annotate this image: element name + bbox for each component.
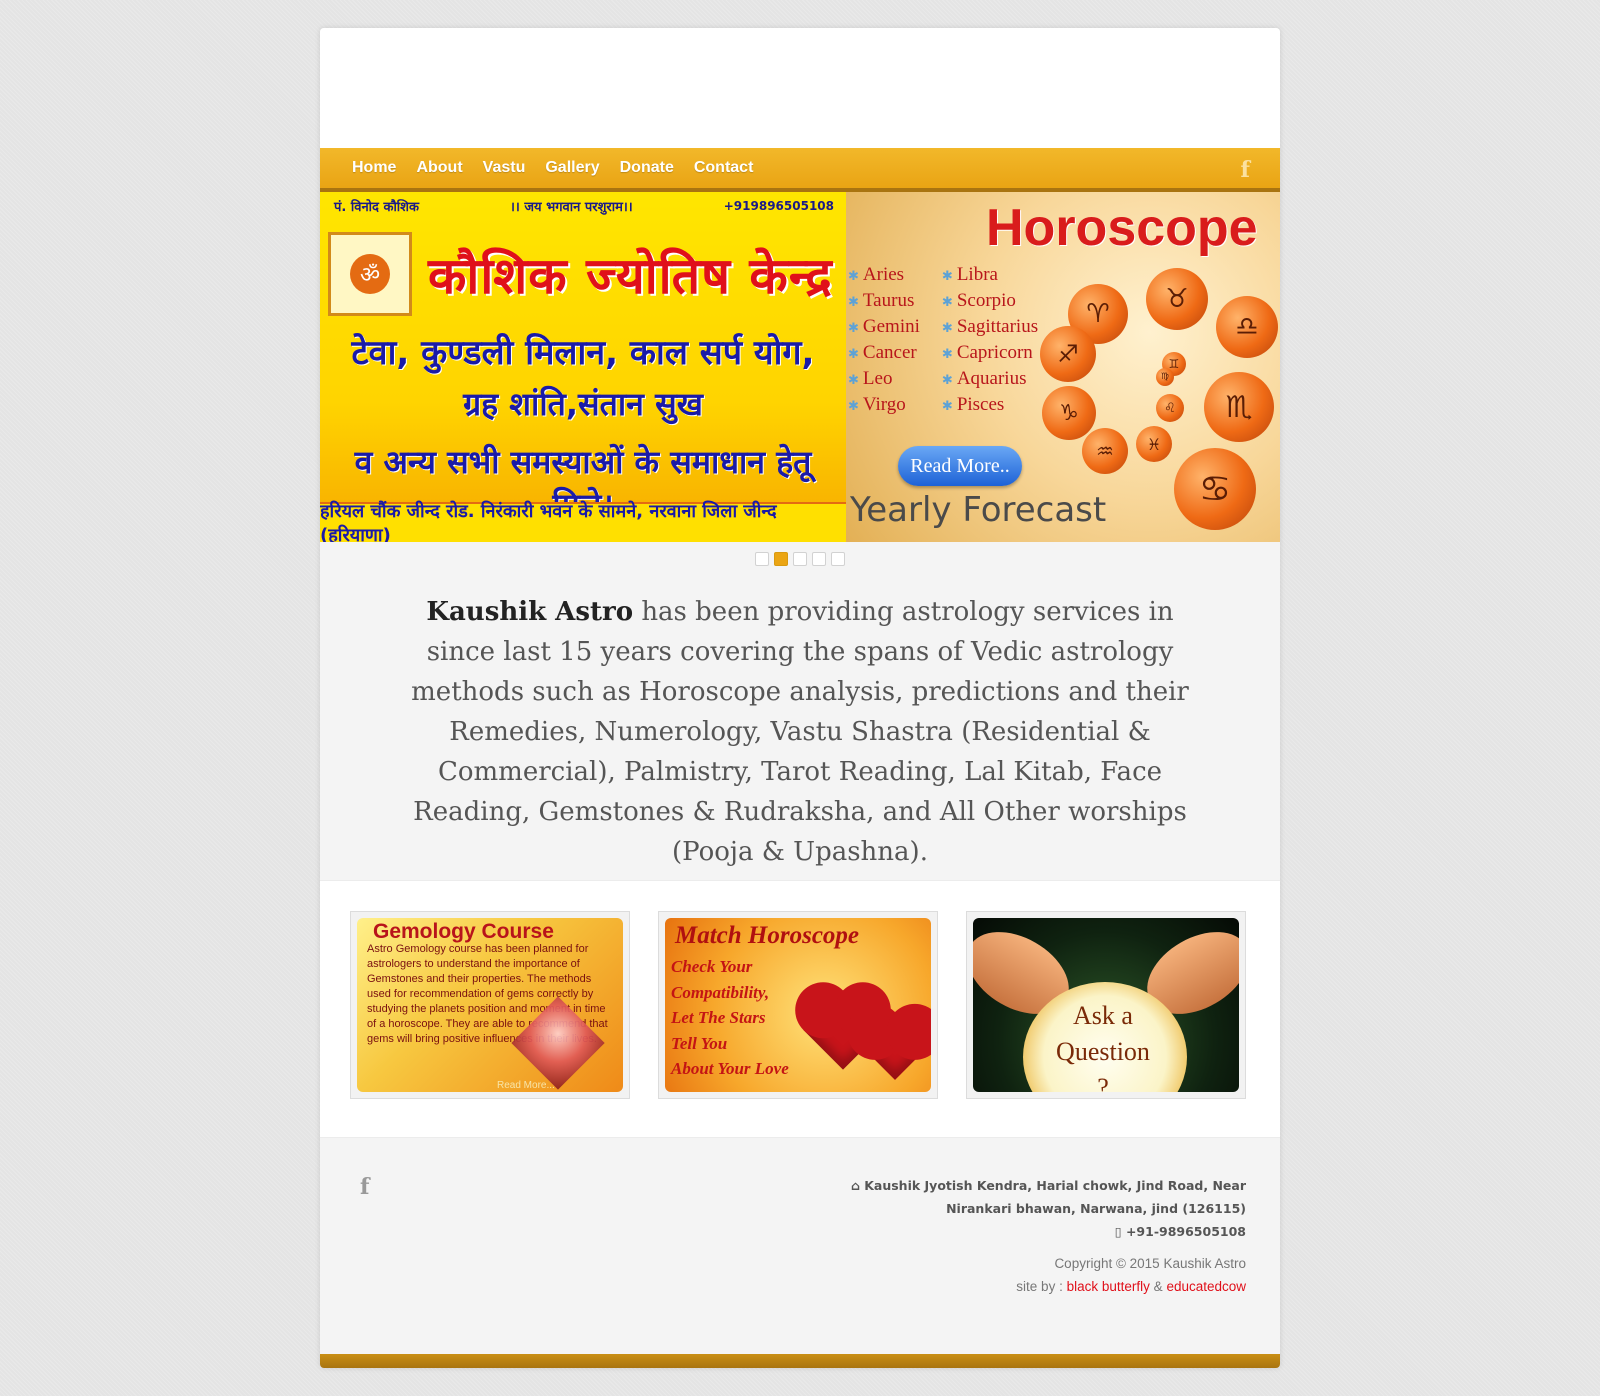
horoscope-banner[interactable]: Horoscope Aries Taurus Gemini Cancer Leo… (846, 192, 1280, 542)
zodiac-column-2: Libra Scorpio Sagittarius Capricorn Aqua… (942, 262, 1038, 418)
footer-phone: +91-9896505108 (1125, 1224, 1246, 1239)
yearly-forecast-label: Yearly Forecast (850, 490, 1107, 530)
kaushik-banner[interactable]: पं. विनोद कौशिक ।। जय भगवान परशुराम।। +9… (320, 192, 846, 542)
virgo-symbol-icon: ♍ (1156, 368, 1174, 386)
hero-slider[interactable]: पं. विनोद कौशिक ।। जय भगवान परशुराम।। +9… (320, 192, 1280, 542)
tagline-line: About Your Love (671, 1059, 789, 1078)
capricorn-symbol-icon: ♑ (1042, 386, 1096, 440)
zodiac-sign: Taurus (848, 288, 920, 314)
ask-question-banner[interactable]: Ask a Question ? (973, 918, 1239, 1092)
home-icon: ⌂ (850, 1178, 865, 1193)
address-line1: Kaushik Jyotish Kendra, Harial chowk, Ji… (864, 1178, 1246, 1193)
nav-vastu[interactable]: Vastu (483, 159, 526, 177)
pisces-symbol-icon: ♓ (1136, 426, 1172, 462)
nav-gallery[interactable]: Gallery (545, 159, 599, 177)
banner-title: कौशिक ज्योतिष केन्द्र (428, 247, 833, 305)
phone-row: ▯ +91-9896505108 (851, 1220, 1246, 1243)
nav-donate[interactable]: Donate (620, 159, 674, 177)
credit-link-black-butterfly[interactable]: black butterfly (1067, 1279, 1150, 1294)
zodiac-sign: Libra (942, 262, 1038, 288)
leo-symbol-icon: ♌ (1156, 394, 1184, 422)
match-horoscope-banner[interactable]: Match Horoscope Check Your Compatibility… (665, 918, 931, 1092)
intro-brand: Kaushik Astro (426, 597, 634, 627)
site-by-label: site by : (1016, 1279, 1063, 1294)
banner-services-line2: ग्रह शांति,संतान सुख (463, 385, 703, 423)
footer-address: ⌂ Kaushik Jyotish Kendra, Harial chowk, … (851, 1174, 1246, 1243)
footer: f ⌂ Kaushik Jyotish Kendra, Harial chowk… (320, 1140, 1280, 1326)
nav-about[interactable]: About (416, 159, 462, 177)
ask-question-card[interactable]: Ask a Question ? (966, 911, 1246, 1099)
banner-pandit-name: पं. विनोद कौशिक (334, 200, 419, 215)
zodiac-sign: Cancer (848, 340, 920, 366)
banner-services-line1: टेवा, कुण्डली मिलान, काल सर्प योग, (351, 333, 815, 373)
zodiac-sign: Aquarius (942, 366, 1038, 392)
banner-top-strip: पं. विनोद कौशिक ।। जय भगवान परशुराम।। +9… (320, 192, 846, 220)
zodiac-sign: Scorpio (942, 288, 1038, 314)
tagline-line: Compatibility, (671, 982, 770, 1002)
phone-icon: ▯ (1114, 1224, 1126, 1239)
ask-line1: Ask a (1073, 1001, 1133, 1030)
zodiac-sign: Capricorn (942, 340, 1038, 366)
aquarius-symbol-icon: ♒ (1082, 428, 1128, 474)
tagline-line: Tell You (671, 1033, 728, 1053)
zodiac-sign: Sagittarius (942, 314, 1038, 340)
gemology-read-more[interactable]: Read More... (497, 1080, 555, 1091)
banner-address: हरियल चौंक जीन्द रोड. निरंकारी भवन के सा… (320, 501, 846, 542)
page-container: Home About Vastu Gallery Donate Contact … (320, 28, 1280, 1368)
tagline-line: Check Your (671, 957, 753, 976)
intro-section: Kaushik Astro has been providing astrolo… (320, 562, 1280, 882)
zodiac-sign: Aries (848, 262, 920, 288)
gemology-course-card[interactable]: Gemology Course Astro Gemology course ha… (350, 911, 630, 1099)
footer-facebook-icon[interactable]: f (360, 1174, 369, 1200)
intro-text: has been providing astrology services in… (411, 597, 1189, 867)
bottom-bar (320, 1354, 1280, 1368)
sagittarius-symbol-icon: ♐ (1040, 326, 1096, 382)
ask-question-text: Ask a Question ? (1033, 998, 1173, 1092)
main-navbar: Home About Vastu Gallery Donate Contact … (320, 148, 1280, 192)
zodiac-chart-icon: ॐ (328, 232, 412, 316)
zodiac-sign: Leo (848, 366, 920, 392)
banner-greeting: ।। जय भगवान परशुराम।। (510, 200, 633, 215)
scorpio-symbol-icon: ♏ (1204, 372, 1274, 442)
heart-icon (861, 1012, 929, 1080)
zodiac-sign-list: Aries Taurus Gemini Cancer Leo Virgo Lib… (848, 262, 1038, 418)
credit-link-educatedcow[interactable]: educatedcow (1166, 1279, 1246, 1294)
feature-cards-section: Gemology Course Astro Gemology course ha… (320, 880, 1280, 1138)
tagline-line: Let The Stars (671, 1008, 766, 1027)
taurus-symbol-icon: ♉ (1146, 268, 1208, 330)
site-credits: site by : black butterfly & educatedcow (1016, 1275, 1246, 1298)
zodiac-sign: Pisces (942, 392, 1038, 418)
address-line2: Nirankari bhawan, Narwana, jind (126115) (946, 1201, 1246, 1216)
nav-contact[interactable]: Contact (694, 159, 754, 177)
match-horoscope-title: Match Horoscope (675, 922, 860, 949)
address-line1-row: ⌂ Kaushik Jyotish Kendra, Harial chowk, … (851, 1174, 1246, 1197)
ask-line3: ? (1097, 1073, 1109, 1092)
zodiac-sign: Virgo (848, 392, 920, 418)
read-more-button[interactable]: Read More.. (898, 446, 1022, 486)
gemology-title: Gemology Course (373, 920, 554, 943)
zodiac-column-1: Aries Taurus Gemini Cancer Leo Virgo (848, 262, 920, 418)
om-icon: ॐ (350, 254, 390, 294)
libra-symbol-icon: ♎ (1216, 296, 1278, 358)
cancer-symbol-icon: ♋ (1174, 448, 1256, 530)
ask-line2: Question (1056, 1037, 1150, 1066)
header-area (320, 28, 1280, 148)
copyright-text: Copyright © 2015 Kaushik Astro (1054, 1256, 1246, 1271)
match-horoscope-tagline: Check Your Compatibility, Let The Stars … (671, 954, 789, 1082)
zodiac-sign: Gemini (848, 314, 920, 340)
match-horoscope-card[interactable]: Match Horoscope Check Your Compatibility… (658, 911, 938, 1099)
facebook-icon[interactable]: f (1241, 157, 1250, 183)
footer-copyright: Copyright © 2015 Kaushik Astro site by :… (1016, 1252, 1246, 1298)
credit-amp: & (1153, 1279, 1163, 1294)
gemology-course-banner[interactable]: Gemology Course Astro Gemology course ha… (357, 918, 623, 1092)
nav-home[interactable]: Home (352, 159, 396, 177)
banner-phone: +919896505108 (723, 199, 834, 213)
horoscope-title: Horoscope (986, 199, 1258, 257)
